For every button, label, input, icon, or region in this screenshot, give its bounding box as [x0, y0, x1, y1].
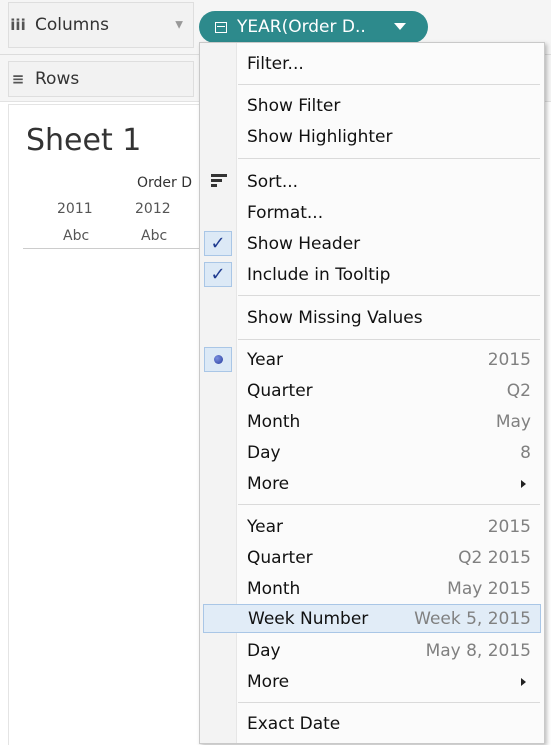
menu-item-month-part[interactable]: Month May [200, 407, 544, 436]
year-order-date-pill[interactable]: YEAR(Order D.. [199, 11, 428, 43]
menu-item-label: Year [247, 349, 283, 370]
menu-item-label: Show Highlighter [247, 126, 393, 147]
menu-item-label: Exact Date [247, 713, 341, 734]
cell-abc: Abc [63, 228, 90, 244]
menu-item-value: 2015 [487, 349, 531, 370]
column-header-label: Order D [137, 175, 193, 191]
menu-item-day-value[interactable]: Day May 8, 2015 [200, 636, 544, 665]
menu-item-label: More [247, 671, 290, 692]
columns-icon: iii [10, 16, 26, 34]
menu-item-value: May 8, 2015 [425, 640, 531, 661]
columns-shelf-label[interactable]: iii Columns ▼ [8, 2, 194, 48]
sort-icon [211, 173, 227, 190]
menu-item-label: Quarter [247, 547, 313, 568]
menu-item-label: More [247, 473, 290, 494]
menu-separator [238, 339, 540, 340]
menu-separator [238, 504, 540, 505]
menu-separator [238, 84, 540, 85]
menu-item-day-part[interactable]: Day 8 [200, 438, 544, 467]
pill-dropdown-caret-icon[interactable] [394, 23, 406, 30]
menu-item-label: Show Missing Values [247, 307, 423, 328]
sheet-title: Sheet 1 [26, 123, 142, 158]
pill-context-menu: Filter... Show Filter Show Highlighter S… [199, 42, 545, 744]
menu-item-month-value[interactable]: Month May 2015 [200, 574, 544, 603]
menu-item-show-filter[interactable]: Show Filter [200, 91, 544, 120]
menu-item-sort[interactable]: Sort... [200, 167, 544, 196]
menu-item-label: Show Filter [247, 95, 341, 116]
menu-item-format[interactable]: Format... [200, 198, 544, 227]
menu-item-year-value[interactable]: Year 2015 [200, 512, 544, 541]
menu-item-value: May [495, 411, 531, 432]
menu-item-label: Filter... [247, 53, 304, 74]
menu-item-quarter-part[interactable]: Quarter Q2 [200, 376, 544, 405]
menu-item-show-missing-values[interactable]: Show Missing Values [200, 303, 544, 332]
chevron-down-icon[interactable]: ▼ [175, 20, 183, 31]
menu-item-value: Week 5, 2015 [414, 608, 531, 629]
menu-item-include-in-tooltip[interactable]: ✓ Include in Tooltip [200, 260, 544, 289]
pill-label: YEAR(Order D.. [237, 17, 366, 37]
menu-item-label: Month [247, 411, 301, 432]
menu-item-more-parts[interactable]: More [200, 469, 544, 498]
menu-item-value: Q2 [506, 380, 531, 401]
radio-selected-icon [204, 347, 232, 372]
menu-item-label: Year [247, 516, 283, 537]
year-header-2011[interactable]: 2011 [57, 201, 93, 217]
menu-separator [238, 158, 540, 159]
menu-item-value: 2015 [487, 516, 531, 537]
menu-item-more-values[interactable]: More [200, 667, 544, 696]
menu-item-week-number-value[interactable]: Week Number Week 5, 2015 [203, 604, 541, 633]
columns-label: Columns [35, 15, 109, 35]
menu-item-label: Sort... [247, 171, 299, 192]
submenu-arrow-icon [521, 479, 526, 488]
submenu-arrow-icon [521, 677, 526, 686]
menu-item-label: Show Header [247, 233, 361, 254]
menu-item-show-header[interactable]: ✓ Show Header [200, 229, 544, 258]
menu-item-value: May 2015 [447, 578, 531, 599]
menu-separator [238, 295, 540, 296]
check-icon: ✓ [204, 262, 232, 287]
menu-separator [238, 702, 540, 703]
menu-item-exact-date[interactable]: Exact Date [200, 709, 544, 738]
check-icon: ✓ [204, 231, 232, 256]
calendar-icon [215, 21, 227, 33]
menu-item-label: Week Number [248, 608, 369, 629]
year-header-2012[interactable]: 2012 [135, 201, 171, 217]
rows-label: Rows [35, 69, 80, 89]
menu-item-label: Month [247, 578, 301, 599]
menu-item-label: Day [247, 640, 281, 661]
menu-item-label: Format... [247, 202, 324, 223]
menu-item-label: Day [247, 442, 281, 463]
menu-item-label: Quarter [247, 380, 313, 401]
menu-item-show-highlighter[interactable]: Show Highlighter [200, 122, 544, 151]
rows-shelf-label[interactable]: ≡ Rows [8, 61, 194, 97]
rows-icon: ≡ [11, 70, 25, 88]
menu-item-quarter-value[interactable]: Quarter Q2 2015 [200, 543, 544, 572]
menu-item-value: Q2 2015 [458, 547, 531, 568]
menu-item-value: 8 [520, 442, 531, 463]
menu-item-year-part[interactable]: Year 2015 [200, 345, 544, 374]
cell-abc: Abc [141, 228, 168, 244]
menu-item-filter[interactable]: Filter... [200, 49, 544, 78]
menu-item-label: Include in Tooltip [247, 264, 391, 285]
